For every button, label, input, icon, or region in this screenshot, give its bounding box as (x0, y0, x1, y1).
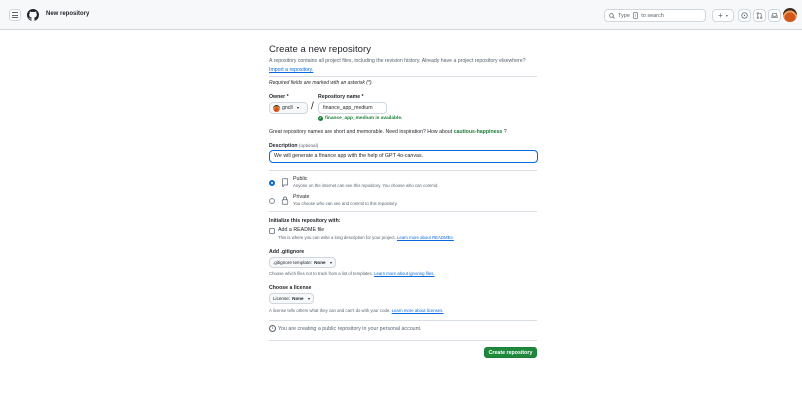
gitignore-label: Add .gitignore (269, 249, 305, 255)
inbox-button[interactable] (768, 9, 781, 22)
availability-text: finance_app_medium is available. (325, 116, 403, 121)
chevron-down-icon (307, 297, 310, 300)
suggested-name-link[interactable]: cautious-happiness (454, 129, 503, 135)
create-new-button[interactable]: + ▾ (712, 9, 734, 22)
gitignore-select-value: None (314, 260, 326, 265)
divider (269, 76, 537, 77)
owner-repo-separator: / (311, 101, 314, 112)
intro-text: A repository contains all project files,… (269, 57, 537, 75)
note-text: You are creating a public repository in … (278, 325, 422, 332)
gitignore-help: Choose which files not to track from a l… (269, 271, 435, 276)
user-avatar[interactable] (783, 8, 797, 22)
chevron-down-icon: ▾ (725, 13, 728, 18)
repository-name-input[interactable]: finance_app_medium (318, 102, 387, 114)
chevron-down-icon (329, 261, 332, 264)
plus-icon: + (718, 11, 723, 20)
github-logo-icon[interactable] (27, 9, 39, 21)
public-radio[interactable] (269, 180, 275, 186)
license-help-text: A license tells others what they can and… (269, 308, 391, 313)
license-select-prefix: License: (273, 296, 291, 301)
owner-avatar (273, 104, 280, 112)
description-label-text: Description (269, 143, 298, 149)
owner-label: Owner * (269, 94, 289, 100)
description-label: Description (optional) (269, 143, 318, 149)
private-radio[interactable] (269, 198, 275, 204)
repository-name-label: Repository name * (318, 94, 364, 100)
repo-icon (282, 178, 288, 187)
readme-help: This is where you can write a long descr… (278, 235, 454, 240)
license-label: Choose a license (269, 285, 312, 291)
owner-value: gncll (282, 105, 293, 111)
readme-help-text: This is where you can write a long descr… (278, 235, 396, 240)
license-select[interactable]: License: None (269, 293, 314, 304)
gitignore-learn-more-link[interactable]: Learn more about ignoring files. (374, 271, 434, 276)
public-account-note: i You are creating a public repository i… (269, 325, 422, 332)
search-input[interactable]: Type / to search (604, 9, 706, 22)
initialize-label: Initialize this repository with: (269, 218, 341, 224)
chevron-down-icon (296, 107, 299, 109)
info-icon: i (269, 325, 276, 332)
pull-requests-button[interactable] (753, 9, 766, 22)
app-header: New repository Type / to search + ▾ (0, 0, 802, 30)
owner-select[interactable]: gncll (269, 102, 308, 114)
public-title: Public (293, 176, 308, 182)
divider (269, 340, 537, 341)
create-repository-button[interactable]: Create repository (484, 347, 537, 358)
import-repository-link[interactable]: Import a repository. (269, 67, 313, 73)
gitignore-template-select[interactable]: .gitignore template: None (269, 257, 336, 268)
private-title: Private (293, 194, 310, 200)
suggestion-prefix: Great repository names are short and mem… (269, 129, 453, 135)
divider (269, 320, 537, 321)
divider (269, 211, 537, 212)
gitignore-select-prefix: .gitignore template: (273, 260, 313, 265)
add-readme-title: Add a README file (278, 227, 325, 233)
check-circle-icon: ✓ (318, 116, 323, 121)
add-readme-checkbox[interactable] (269, 228, 275, 234)
intro-description: A repository contains all project files,… (269, 58, 526, 64)
pull-request-icon (756, 12, 763, 19)
readme-learn-more-link[interactable]: Learn more about READMEs. (397, 235, 454, 240)
search-placeholder-suffix: to search (641, 12, 664, 19)
hamburger-icon[interactable] (9, 9, 21, 21)
description-input[interactable]: We will generate a finance app with the … (269, 150, 538, 163)
inbox-icon (771, 12, 778, 19)
search-shortcut-key: / (632, 12, 639, 19)
search-icon (609, 12, 615, 19)
license-select-value: None (292, 296, 304, 301)
issues-icon (741, 12, 748, 19)
name-suggestion-text: Great repository names are short and mem… (269, 129, 507, 135)
required-fields-note: Required fields are marked with an aster… (269, 80, 373, 86)
issues-button[interactable] (738, 9, 751, 22)
page-title: Create a new repository (269, 44, 372, 55)
license-learn-more-link[interactable]: Learn more about licenses. (392, 308, 444, 313)
license-help: A license tells others what they can and… (269, 308, 444, 313)
lock-icon (281, 196, 289, 205)
private-description: You choose who can see and commit to thi… (293, 201, 398, 206)
description-optional: (optional) (299, 143, 319, 148)
divider (269, 170, 537, 171)
gitignore-help-text: Choose which files not to track from a l… (269, 271, 373, 276)
page-context-title: New repository (46, 11, 90, 17)
availability-message: ✓ finance_app_medium is available. (318, 116, 402, 121)
required-fields-text: Required fields are marked with an aster… (269, 80, 373, 86)
public-description: Anyone on the internet can see this repo… (293, 183, 439, 188)
suggestion-suffix: ? (503, 129, 507, 135)
search-placeholder-prefix: Type (618, 12, 630, 19)
